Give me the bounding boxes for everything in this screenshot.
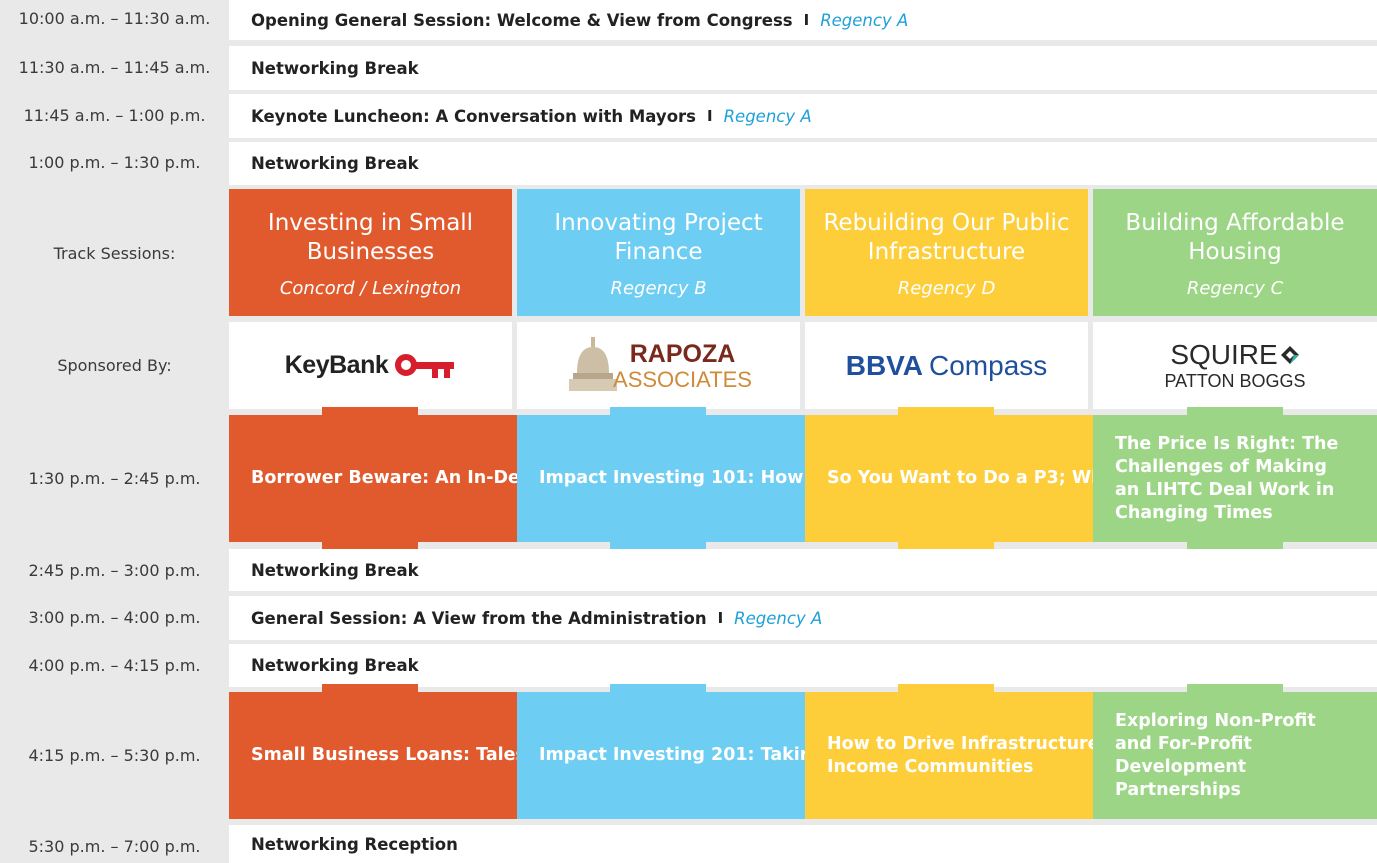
track-header-infrastructure: Rebuilding Our Public Infrastructure Reg… — [805, 189, 1088, 316]
agenda-row: Networking Break — [229, 644, 1377, 687]
track-title: Investing in Small Businesses — [267, 210, 474, 265]
track-room: Regency C — [1186, 278, 1284, 299]
separator: I — [803, 11, 810, 29]
session-card[interactable]: The Price Is Right: The Challenges of Ma… — [1093, 407, 1377, 550]
time-slot: 2:45 p.m. – 3:00 p.m. — [28, 561, 201, 580]
session-title: The Price Is Right: The Challenges of Ma… — [1115, 433, 1339, 523]
session-title: Exploring Non-Profit and For-Profit Deve… — [1115, 710, 1316, 800]
sponsored-by-label: Sponsored By: — [57, 356, 172, 375]
time-slot: 4:15 p.m. – 5:30 p.m. — [28, 746, 201, 765]
time-slot: 4:00 p.m. – 4:15 p.m. — [28, 656, 201, 675]
track-title: Building Affordable Housing — [1125, 210, 1345, 265]
sponsor-bbva: BBVA Compass — [805, 322, 1088, 409]
time-slot: 1:30 p.m. – 2:45 p.m. — [28, 469, 201, 488]
time-slot: 5:30 p.m. – 7:00 p.m. — [28, 837, 201, 856]
agenda-row: Opening General Session: Welcome & View … — [229, 0, 1377, 40]
agenda-row: Networking Reception — [229, 825, 1377, 863]
session-title: Networking Break — [251, 58, 419, 78]
squire-mark-icon — [1280, 345, 1299, 364]
sponsor-squire: SQUIRE PATTON BOGGS — [1093, 322, 1377, 409]
sponsor-rapoza: RAPOZA ASSOCIATES — [517, 322, 800, 409]
track-room: Regency D — [897, 278, 996, 299]
session-card[interactable]: Exploring Non-Profit and For-Profit Deve… — [1093, 684, 1377, 819]
track-sessions-label: Track Sessions: — [53, 244, 176, 263]
agenda-row: Networking Break — [229, 549, 1377, 591]
separator: I — [717, 609, 724, 627]
session-title: Networking Break — [251, 656, 419, 675]
room-name: Regency A — [734, 608, 823, 628]
sponsor-name: Compass — [929, 349, 1048, 381]
sponsor-name: RAPOZA — [629, 339, 736, 368]
time-slot: 10:00 a.m. – 11:30 a.m. — [18, 9, 211, 28]
key-icon — [395, 353, 455, 378]
session-title: Networking Reception — [251, 834, 458, 854]
room-name: Regency A — [820, 10, 909, 30]
sponsor-name: KeyBank — [284, 351, 389, 379]
session-title: Networking Break — [251, 154, 419, 173]
session-title: Opening General Session: Welcome & View … — [251, 10, 793, 30]
track-room: Concord / Lexington — [279, 278, 462, 299]
track-room: Regency B — [610, 278, 707, 299]
sponsor-name-bold: BBVA — [845, 349, 923, 381]
session-title: Keynote Luncheon: A Conversation with Ma… — [251, 106, 696, 126]
session-title: General Session: A View from the Adminis… — [251, 608, 707, 628]
track-header-affordable-housing: Building Affordable Housing Regency C — [1093, 189, 1377, 316]
agenda-row: Keynote Luncheon: A Conversation with Ma… — [229, 94, 1377, 138]
track-title: Rebuilding Our Public Infrastructure — [823, 210, 1070, 265]
sponsor-name-sub: ASSOCIATES — [613, 366, 752, 392]
time-slot: 11:30 a.m. – 11:45 a.m. — [18, 58, 211, 77]
room-name: Regency A — [723, 106, 812, 126]
track-header-project-finance: Innovating Project Finance Regency B — [517, 189, 800, 316]
time-slot: 11:45 a.m. – 1:00 p.m. — [23, 106, 206, 125]
track-title: Innovating Project Finance — [554, 210, 763, 265]
time-slot: 1:00 p.m. – 1:30 p.m. — [28, 153, 201, 172]
time-slot: 3:00 p.m. – 4:00 p.m. — [28, 608, 201, 627]
sponsor-name: SQUIRE — [1170, 338, 1278, 370]
agenda-row: Networking Break — [229, 46, 1377, 90]
session-title: Networking Break — [251, 560, 419, 580]
sponsor-name-sub: PATTON BOGGS — [1164, 370, 1306, 391]
track-header-small-business: Investing in Small Businesses Concord / … — [229, 189, 512, 316]
sponsor-keybank: KeyBank — [229, 322, 512, 409]
separator: I — [706, 107, 713, 125]
agenda-row: Networking Break — [229, 142, 1377, 185]
agenda-row: General Session: A View from the Adminis… — [229, 596, 1377, 640]
